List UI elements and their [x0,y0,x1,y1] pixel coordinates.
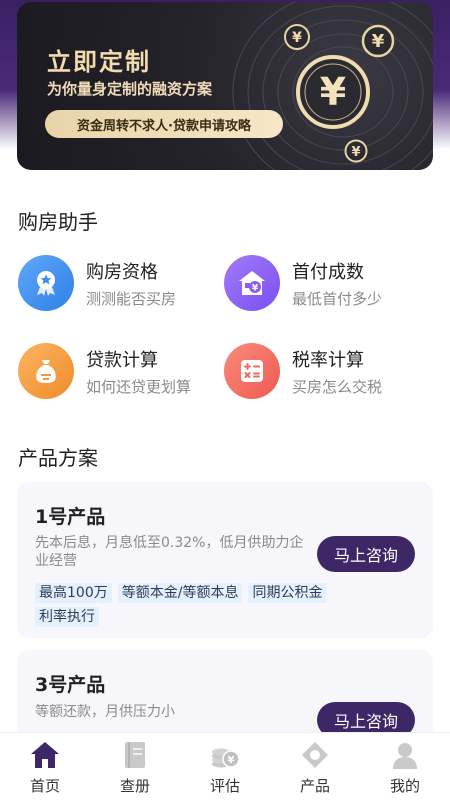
svg-text:¥: ¥ [351,145,360,160]
assistant-section-title: 购房助手 [18,210,98,234]
product-name: 3号产品 [35,674,106,696]
yen-coin-icon: ¥ [284,24,310,54]
tool-down-payment[interactable]: ¥ 首付成数 最低首付多少 [224,253,424,313]
tab-label: 产品 [299,777,330,795]
promo-banner[interactable]: 立即定制 为你量身定制的融资方案 资金周转不求人·贷款申请攻略 ¥ ¥ ¥ ¥ [17,2,433,170]
products-section-title: 产品方案 [18,446,98,470]
tool-name: 首付成数 [292,261,364,283]
svg-text:¥: ¥ [320,70,346,114]
diamond-icon [299,739,331,771]
badge-star-icon [18,255,74,311]
tab-products[interactable]: 产品 [270,733,360,800]
tab-label: 评估 [209,777,240,795]
svg-text:¥: ¥ [372,31,385,52]
banner-guide-button[interactable]: 资金周转不求人·贷款申请攻略 [45,110,283,138]
home-icon [29,739,61,771]
book-icon [119,739,151,771]
tool-desc: 如何还贷更划算 [86,377,192,396]
calculator-icon [224,343,280,399]
coins-icon: ¥ [209,739,241,771]
tab-label: 查册 [119,777,150,795]
svg-text:¥: ¥ [252,284,259,294]
consult-button[interactable]: 马上咨询 [317,536,415,572]
yen-coin-icon: ¥ [344,139,368,167]
tab-valuation[interactable]: ¥ 评估 [180,733,270,800]
tool-purchase-qualification[interactable]: 购房资格 测测能否买房 [18,253,218,313]
svg-text:¥: ¥ [228,755,235,766]
bottom-tab-bar: 首页 查册 ¥ 评估 产品 我的 [0,732,450,800]
product-name: 1号产品 [35,506,106,528]
product-tag: 最高100万 [35,583,112,603]
product-tag: 等额本金/等额本息 [117,583,243,603]
yen-coin-large-icon: ¥ [295,54,371,134]
product-card[interactable]: 1号产品 先本后息，月息低至0.32%，低月供助力企业经营 马上咨询 最高100… [17,482,433,638]
tool-tax-calculator[interactable]: 税率计算 买房怎么交税 [224,341,424,401]
svg-text:¥: ¥ [292,30,302,46]
tool-name: 购房资格 [86,261,158,283]
tool-name: 税率计算 [292,349,364,371]
tab-records[interactable]: 查册 [90,733,180,800]
tool-name: 贷款计算 [86,349,158,371]
product-tags: 最高100万 等额本金/等额本息 同期公积金利率执行 [35,581,335,629]
house-coin-icon: ¥ [224,255,280,311]
tab-profile[interactable]: 我的 [360,733,450,800]
tab-home[interactable]: 首页 [0,733,90,800]
tool-desc: 买房怎么交税 [292,377,383,396]
banner-title: 立即定制 [47,48,151,76]
tab-label: 首页 [29,777,60,795]
tab-label: 我的 [389,777,420,795]
tool-loan-calculator[interactable]: 贷款计算 如何还贷更划算 [18,341,218,401]
banner-subtitle: 为你量身定制的融资方案 [47,80,213,98]
tool-desc: 测测能否买房 [86,289,177,308]
product-desc: 先本后息，月息低至0.32%，低月供助力企业经营 [35,535,304,569]
tool-desc: 最低首付多少 [292,289,383,308]
product-desc: 等额还款，月供压力小 [35,704,175,720]
money-bag-icon [18,343,74,399]
user-icon [389,739,421,771]
